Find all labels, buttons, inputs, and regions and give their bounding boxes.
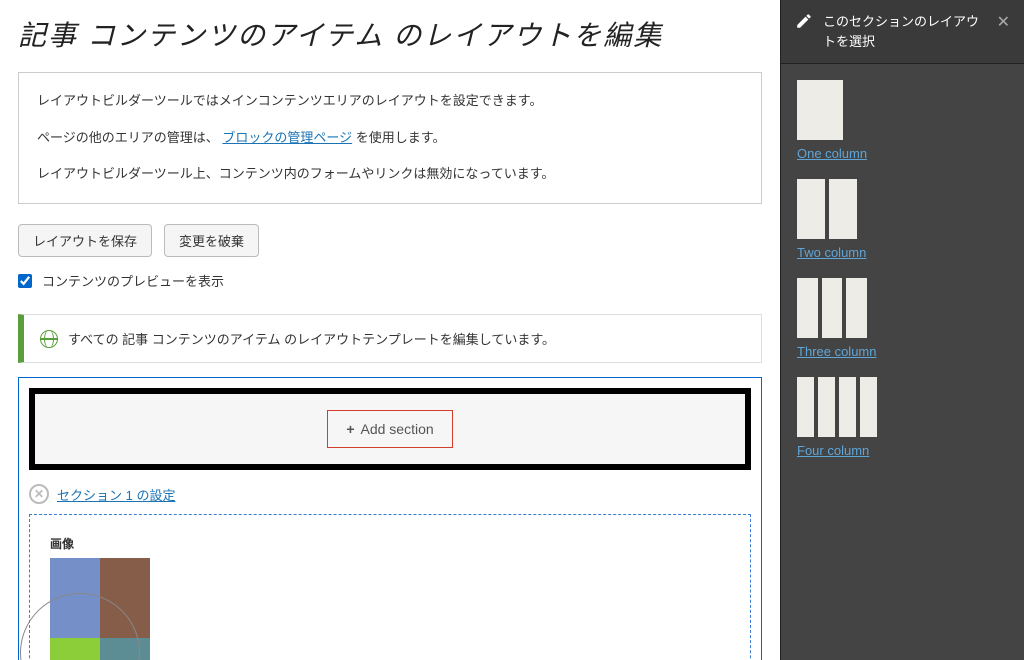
one-column-thumb	[797, 80, 843, 140]
section-header: ✕ セクション 1 の設定	[19, 480, 761, 508]
info-line-3: レイアウトビルダーツール上、コンテンツ内のフォームやリンクは無効になっています。	[37, 162, 743, 187]
layout-option-one-column[interactable]: One column	[797, 80, 1008, 161]
preview-checkbox[interactable]	[18, 274, 32, 288]
status-text: すべての 記事 コンテンツのアイテム のレイアウトテンプレートを編集しています。	[68, 329, 555, 348]
add-section-bar[interactable]: + Add section	[29, 388, 751, 470]
layout-options: One column Two column Three column Four …	[781, 64, 1024, 474]
info-line-1: レイアウトビルダーツールではメインコンテンツエリアのレイアウトを設定できます。	[37, 89, 743, 114]
four-column-label: Four column	[797, 443, 1008, 458]
preview-checkbox-label: コンテンツのプレビューを表示	[42, 271, 224, 290]
layout-option-three-column[interactable]: Three column	[797, 278, 1008, 359]
status-bar: すべての 記事 コンテンツのアイテム のレイアウトテンプレートを編集しています。	[18, 314, 762, 363]
two-column-thumb	[797, 179, 857, 239]
one-column-label: One column	[797, 146, 1008, 161]
preview-checkbox-row[interactable]: コンテンツのプレビューを表示	[18, 271, 762, 290]
two-column-label: Two column	[797, 245, 1008, 260]
globe-icon	[40, 330, 58, 348]
block-admin-link[interactable]: ブロックの管理ページ	[222, 130, 352, 145]
layout-option-two-column[interactable]: Two column	[797, 179, 1008, 260]
placeholder-image	[50, 558, 150, 660]
image-field-label: 画像	[50, 535, 730, 552]
sidebar-title: このセクションのレイアウトを選択	[823, 12, 987, 51]
three-column-label: Three column	[797, 344, 1008, 359]
sidebar-header: このセクションのレイアウトを選択 ✕	[781, 0, 1024, 64]
add-section-button[interactable]: + Add section	[327, 410, 452, 448]
section-region[interactable]: 画像	[29, 514, 751, 660]
save-layout-button[interactable]: レイアウトを保存	[18, 224, 152, 257]
pencil-icon	[795, 12, 813, 30]
layout-option-four-column[interactable]: Four column	[797, 377, 1008, 458]
info-line-2: ページの他のエリアの管理は、 ブロックの管理ページ を使用します。	[37, 126, 743, 151]
info-box: レイアウトビルダーツールではメインコンテンツエリアのレイアウトを設定できます。 …	[18, 72, 762, 204]
action-row: レイアウトを保存 変更を破棄	[18, 224, 762, 257]
main-content-area: 記事 コンテンツのアイテム のレイアウトを編集 レイアウトビルダーツールではメイ…	[0, 0, 780, 660]
three-column-thumb	[797, 278, 867, 338]
discard-changes-button[interactable]: 変更を破棄	[164, 224, 259, 257]
four-column-thumb	[797, 377, 877, 437]
layout-canvas: + Add section ✕ セクション 1 の設定 画像	[18, 377, 762, 660]
section-settings-link[interactable]: セクション 1 の設定	[57, 485, 175, 504]
plus-icon: +	[346, 421, 354, 437]
layout-sidebar: このセクションのレイアウトを選択 ✕ One column Two column…	[780, 0, 1024, 660]
add-section-label: Add section	[361, 421, 434, 437]
remove-section-button[interactable]: ✕	[29, 484, 49, 504]
page-title: 記事 コンテンツのアイテム のレイアウトを編集	[18, 14, 762, 54]
close-icon[interactable]: ✕	[997, 12, 1010, 32]
